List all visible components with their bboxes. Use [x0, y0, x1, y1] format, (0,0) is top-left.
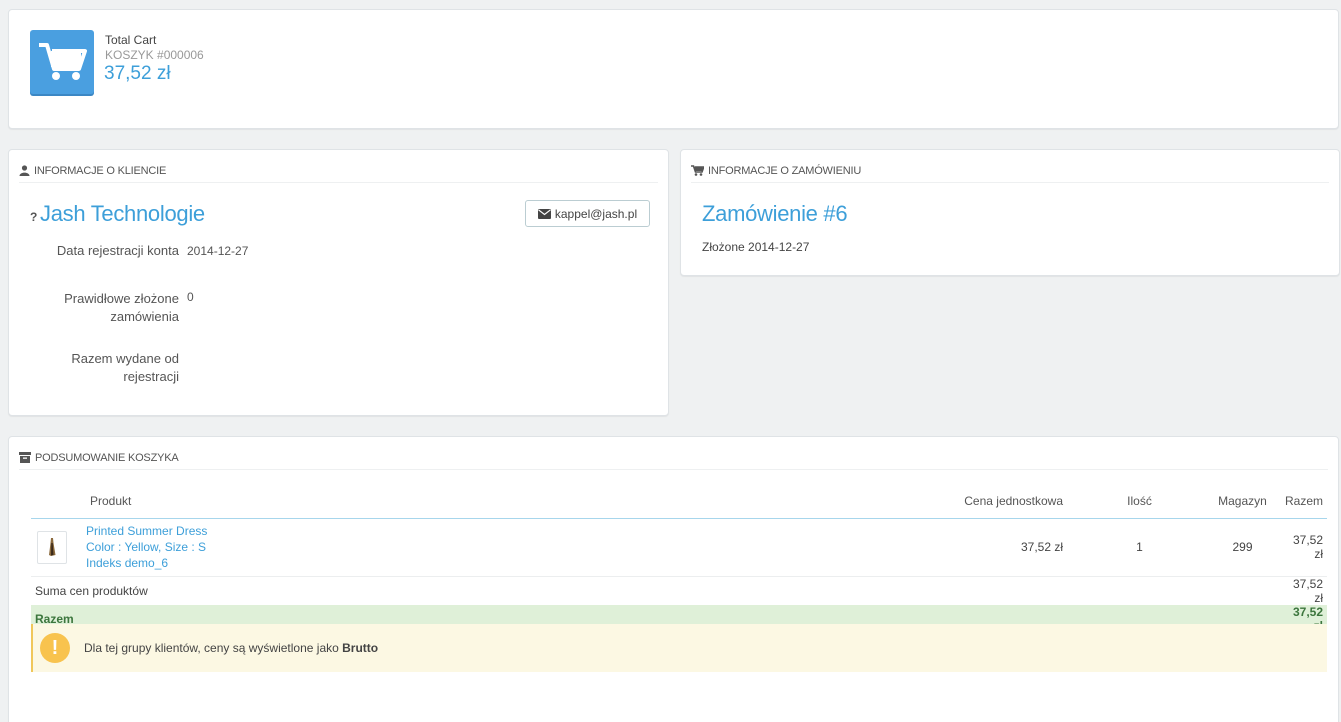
product-info-link[interactable]: Printed Summer Dress Color : Yellow, Siz…	[86, 523, 846, 571]
col-product: Produkt	[86, 485, 846, 519]
table-row: Printed Summer Dress Color : Yellow, Siz…	[31, 518, 1327, 577]
cart-small-icon	[691, 165, 704, 176]
order-link[interactable]: Zamówienie #6	[702, 201, 848, 227]
product-reference[interactable]: Indeks demo_6	[86, 555, 846, 571]
summary-panel-title: PODSUMOWANIE KOSZYKA	[35, 451, 179, 464]
cart-summary-panel: PODSUMOWANIE KOSZYKA Produkt Cena jednos…	[8, 436, 1339, 722]
col-stock: Magazyn	[1176, 485, 1281, 519]
summary-panel-heading: PODSUMOWANIE KOSZYKA	[19, 437, 1328, 470]
user-icon	[19, 165, 30, 176]
customer-panel-heading: INFORMACJE O KLIENCIE	[19, 150, 658, 183]
product-total: 37,52 zł	[1281, 518, 1327, 577]
col-qty: Ilość	[1091, 485, 1176, 519]
registration-date-row: Data rejestracji konta 2014-12-27	[9, 242, 670, 262]
customer-panel-title: INFORMACJE O KLIENCIE	[34, 164, 167, 177]
tax-notice-mode: Brutto	[342, 641, 379, 655]
order-panel-title: INFORMACJE O ZAMÓWIENIU	[708, 164, 862, 177]
valid-orders-label: Prawidłowe złożone zamówienia	[64, 291, 179, 324]
total-spent-label: Razem wydane od rejestracji	[71, 351, 179, 384]
customer-info-panel: INFORMACJE O KLIENCIE ? Jash Technologie …	[8, 149, 669, 416]
cart-table: Produkt Cena jednostkowa Ilość Magazyn R…	[31, 485, 1327, 633]
total-cart-label: Total Cart	[105, 33, 157, 47]
valid-orders-row: Prawidłowe złożone zamówienia 0	[9, 290, 670, 330]
product-name[interactable]: Printed Summer Dress	[86, 523, 846, 539]
tax-notice-message: Dla tej grupy klientów, ceny są wyświetl…	[84, 641, 339, 655]
product-attributes[interactable]: Color : Yellow, Size : S	[86, 539, 846, 555]
table-header-row: Produkt Cena jednostkowa Ilość Magazyn R…	[31, 485, 1327, 519]
order-panel-heading: INFORMACJE O ZAMÓWIENIU	[691, 150, 1329, 183]
total-cart-panel: Total Cart KOSZYK #000006 37,52 zł	[8, 9, 1339, 129]
valid-orders-value: 0	[187, 290, 194, 304]
registration-date-value: 2014-12-27	[187, 244, 249, 258]
registration-date-label: Data rejestracji konta	[56, 243, 179, 258]
email-button-label: kappel@jash.pl	[554, 206, 638, 221]
col-unit-price: Cena jednostkowa	[846, 485, 1091, 519]
cart-icon	[30, 30, 94, 94]
gender-unknown-icon: ?	[30, 210, 38, 224]
customer-name-link[interactable]: Jash Technologie	[40, 201, 205, 226]
total-spent-row: Razem wydane od rejestracji	[9, 350, 670, 390]
product-unit-price: 37,52 zł	[846, 518, 1091, 577]
exclamation-icon: !	[40, 633, 70, 663]
cart-total-value: 37,52 zł	[104, 63, 171, 84]
products-sum-row: Suma cen produktów 37,52 zł	[31, 576, 1327, 605]
customer-name[interactable]: ? Jash Technologie	[30, 201, 205, 227]
product-stock: 299	[1176, 518, 1281, 577]
tax-notice: ! Dla tej grupy klientów, ceny są wyświe…	[31, 624, 1327, 672]
product-qty: 1	[1091, 518, 1176, 577]
product-thumbnail[interactable]	[37, 530, 67, 564]
col-total: Razem	[1281, 485, 1327, 519]
tax-notice-text: Dla tej grupy klientów, ceny są wyświetl…	[84, 641, 378, 655]
products-sum-label: Suma cen produktów	[35, 583, 148, 598]
order-info-panel: INFORMACJE O ZAMÓWIENIU Zamówienie #6 Zł…	[680, 149, 1340, 276]
archive-icon	[19, 452, 31, 463]
envelope-icon	[537, 208, 551, 219]
email-customer-button[interactable]: kappel@jash.pl	[525, 200, 650, 227]
dress-image-icon	[49, 538, 56, 556]
order-placed-date: Złożone 2014-12-27	[702, 240, 810, 254]
products-sum-value: 37,52 zł	[1292, 576, 1323, 605]
cart-id: KOSZYK #000006	[105, 48, 204, 62]
